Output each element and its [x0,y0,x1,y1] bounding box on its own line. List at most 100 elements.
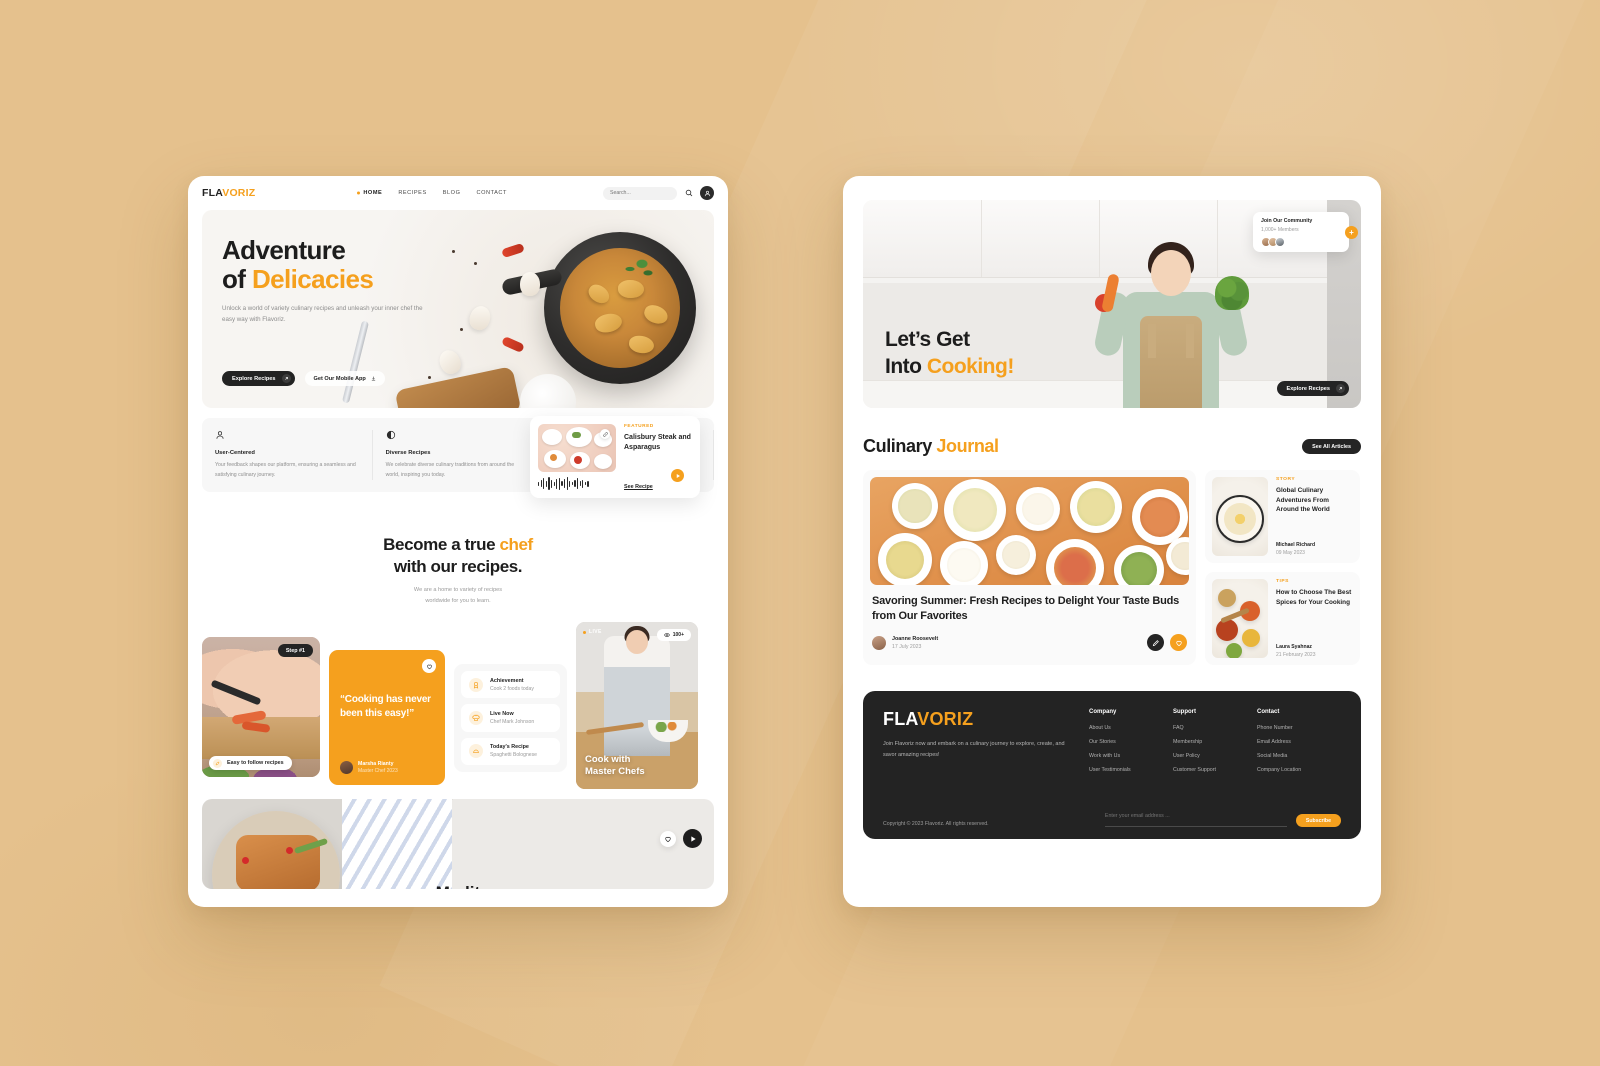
noodle-bowl [1216,495,1264,543]
play-icon[interactable] [683,829,702,849]
live-dot-icon [583,630,586,634]
search-icon[interactable] [683,188,694,199]
featured-article-card[interactable]: Savoring Summer: Fresh Recipes to Deligh… [863,470,1196,665]
footer-link[interactable]: Membership [1173,739,1257,745]
article-meta: Michael Richard 09 May 2023 [1276,542,1353,556]
heart-icon[interactable] [422,659,436,674]
article-meta: Laura Syahnaz 21 February 2023 [1276,644,1353,658]
logo[interactable]: FLAVORIZ [202,187,255,199]
search-input[interactable] [610,190,670,196]
add-member-button[interactable]: + [1345,226,1358,239]
section-title-line2: with our recipes. [393,557,523,577]
list-item[interactable]: Achievement Cook 2 foods today [461,671,560,699]
spice-bowl [1218,589,1236,607]
section-subtitle-line2: worldwide for you to learn. [425,597,491,604]
journal-title: Culinary Journal [863,436,999,457]
footer-link[interactable]: Customer Support [1173,767,1257,773]
footer-link[interactable]: Company Location [1257,767,1341,773]
hero-title-line2-prefix: of [222,264,252,295]
feature-title: Diverse Recipes [385,450,431,456]
chef-live-card[interactable]: LIVE 100+ Cook with Master Chefs [576,622,698,790]
article-image [870,477,1189,585]
hero-title-line1: Adventure [222,235,346,265]
pen-icon[interactable] [1147,634,1164,652]
explore-recipes-label: Explore Recipes [232,375,276,382]
story-article-card[interactable]: STORY Global Culinary Adventures From Ar… [1205,470,1360,563]
featured-right: FEATURED Calisbury Steak and Asparagus S… [624,424,692,490]
featured-tag: FEATURED [624,424,654,429]
hero-title-accent: Delicacies [251,264,374,295]
heart-icon[interactable] [660,830,676,847]
media-actions [660,829,702,849]
views-badge: 100+ [656,629,691,642]
list-item-desc: Spaghetti Bolognese [490,752,538,759]
section-title-prefix: Become a true [383,535,500,555]
subscribe-button[interactable]: Subscribe [1295,814,1341,827]
footer-link[interactable]: Email Address [1257,739,1341,745]
cooking-title-line1: Let’s Get [885,328,970,352]
explore-recipes-button[interactable]: Explore Recipes [1277,381,1349,396]
footer-column-support: Support FAQ Membership User Policy Custo… [1173,709,1257,781]
list-item-title: Achievement [490,677,524,684]
spice-bowl [1242,629,1260,647]
carrot-piece [550,454,557,461]
nav-link-home[interactable]: HOME [363,190,382,196]
email-field-wrap[interactable] [1104,804,1287,827]
footer-link[interactable]: Our Stories [1089,739,1173,745]
footer-column-company: Company About Us Our Stories Work with U… [1089,709,1173,781]
article-footer: Joanne Roosevelt 17 July 2023 [870,634,1189,654]
author-name: Marsha Rianty [358,760,394,767]
footer-link[interactable]: Social Media [1257,753,1341,759]
article-image [1212,579,1268,658]
step-badge: Step #1 [277,644,313,658]
explore-recipes-button[interactable]: Explore Recipes [222,371,295,386]
nav-link-recipes[interactable]: RECIPES [398,190,426,196]
article-image [1212,477,1268,556]
section-heading: Become a true chef with our recipes. We … [188,534,728,606]
list-item[interactable]: Today's Recipe Spaghetti Bolognese [461,737,560,766]
footer-link[interactable]: Phone Number [1257,725,1341,731]
avatar [340,760,353,774]
copyright: Copyright © 2023 Flavoriz. All rights re… [883,821,989,827]
community-avatars [1261,236,1341,247]
footer-link[interactable]: User Policy [1173,753,1257,759]
see-recipe-link[interactable]: See Recipe [624,484,653,490]
footer-link[interactable]: User Testimonials [1089,767,1173,773]
join-community-card[interactable]: Join Our Community 1,000+ Members + [1253,212,1358,252]
tomato [574,456,582,464]
featured-left [538,424,616,490]
avatar[interactable] [700,186,714,200]
article-actions [1147,634,1187,652]
cooking-hero-copy: Let’s Get Into Cooking! [885,327,1014,380]
dish [944,479,1006,541]
footer-column-heading: Support [1173,709,1196,715]
bottom-media-title: Medit [436,883,480,889]
author-role: Master Chef 2023 [358,768,398,775]
user-icon [215,430,226,441]
footer-link[interactable]: FAQ [1173,725,1257,731]
nav-link-blog[interactable]: BLOG [443,190,461,196]
list-item[interactable]: Live Now Chef Mark Johnson [461,704,560,732]
email-input[interactable] [1104,813,1287,819]
heart-icon[interactable] [1170,634,1187,652]
tips-article-card[interactable]: TIPS How to Choose The Best Spices for Y… [1205,572,1360,665]
footer-logo[interactable]: FLAVORIZ [883,709,1075,730]
mobile-app-button[interactable]: Get Our Mobile App [304,371,385,386]
chef-card-title: Cook with Master Chefs [585,754,645,778]
footer-link[interactable]: Work with Us [1089,753,1173,759]
link-icon[interactable] [600,429,610,439]
footer-link[interactable]: About Us [1089,725,1173,731]
audio-waveform[interactable] [538,477,616,490]
cream-bowl [520,374,576,408]
featured-recipe-card[interactable]: FEATURED Calisbury Steak and Asparagus S… [530,416,700,498]
play-icon[interactable] [671,469,684,482]
step-card[interactable]: Step #1 Easy to follow recipes [202,637,320,778]
asparagus [572,432,581,438]
live-badge: LIVE [583,629,602,635]
peppercorn [428,376,432,380]
featured-image [538,424,616,472]
search-box[interactable] [603,186,677,200]
see-all-articles-button[interactable]: See All Articles [1302,439,1361,454]
nav-link-contact[interactable]: CONTACT [476,190,506,196]
hero-title: Adventure of Delicacies [222,235,539,295]
